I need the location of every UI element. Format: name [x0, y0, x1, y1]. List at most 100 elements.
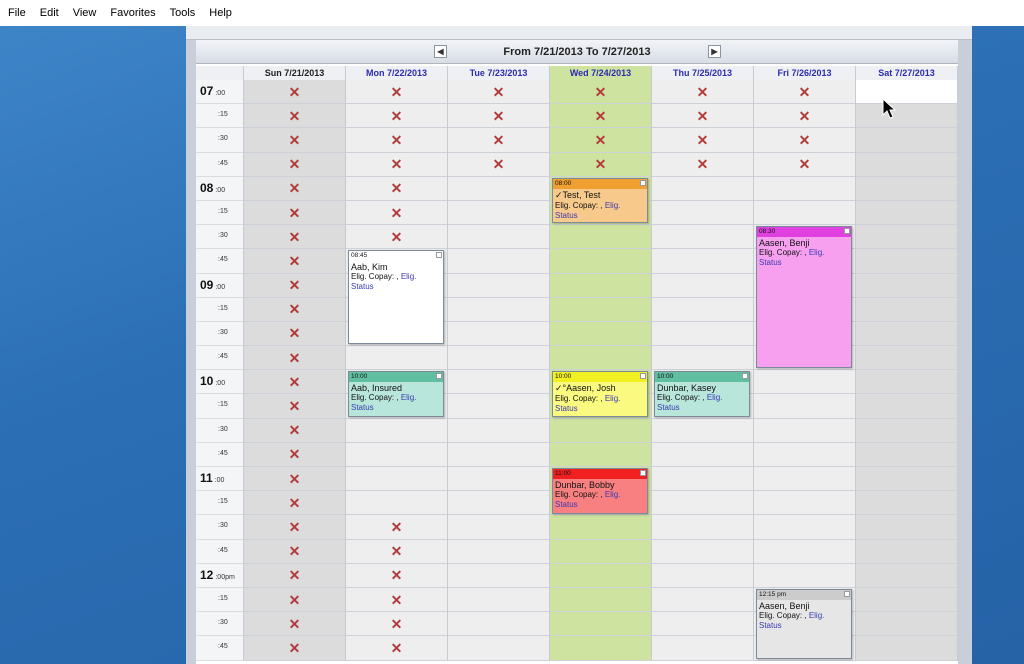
- time-slot[interactable]: ✕: [346, 153, 447, 177]
- status-link[interactable]: Status: [351, 403, 374, 412]
- time-slot[interactable]: [856, 153, 957, 177]
- note-icon[interactable]: [436, 252, 442, 259]
- time-slot[interactable]: [652, 540, 753, 564]
- time-slot[interactable]: [448, 467, 549, 492]
- time-slot[interactable]: [754, 177, 855, 201]
- time-slot[interactable]: [856, 298, 957, 322]
- status-link[interactable]: Status: [555, 404, 578, 413]
- time-slot[interactable]: ✕: [244, 298, 345, 322]
- time-slot[interactable]: [448, 612, 549, 637]
- time-slot[interactable]: [448, 636, 549, 661]
- time-slot[interactable]: [856, 322, 957, 347]
- time-slot[interactable]: [856, 515, 957, 540]
- appointment-card[interactable]: 08:45 Aab, Kim Elig. Copay: , Elig. Status: [348, 250, 444, 345]
- time-slot[interactable]: [550, 612, 651, 637]
- time-slot[interactable]: ✕: [244, 225, 345, 250]
- time-slot[interactable]: [448, 419, 549, 443]
- time-slot[interactable]: ✕: [652, 104, 753, 129]
- time-slot[interactable]: [448, 346, 549, 371]
- menu-tools[interactable]: Tools: [170, 7, 196, 19]
- time-slot[interactable]: ✕: [754, 153, 855, 177]
- time-slot[interactable]: ✕: [244, 177, 345, 201]
- eligibility-link[interactable]: Elig.: [401, 393, 417, 402]
- time-slot[interactable]: [856, 540, 957, 564]
- time-slot[interactable]: ✕: [244, 443, 345, 467]
- time-slot[interactable]: [652, 443, 753, 467]
- time-slot[interactable]: [856, 636, 957, 661]
- time-slot[interactable]: [448, 515, 549, 540]
- time-slot[interactable]: [754, 515, 855, 540]
- eligibility-link[interactable]: Elig.: [809, 248, 825, 257]
- time-slot[interactable]: [652, 419, 753, 443]
- time-slot[interactable]: [856, 370, 957, 395]
- next-week-button[interactable]: ▶: [708, 45, 721, 58]
- time-slot[interactable]: ✕: [448, 153, 549, 177]
- time-slot[interactable]: [856, 274, 957, 298]
- time-slot[interactable]: [448, 540, 549, 564]
- appointment-card[interactable]: 08:30 Aasen, Benji Elig. Copay: , Elig. Sta…: [756, 226, 852, 369]
- time-slot[interactable]: ✕: [244, 153, 345, 177]
- time-slot[interactable]: ✕: [448, 128, 549, 153]
- day-header[interactable]: Tue 7/23/2013: [448, 66, 550, 80]
- time-slot[interactable]: ✕: [244, 467, 345, 492]
- time-slot[interactable]: [550, 419, 651, 443]
- time-slot[interactable]: ✕: [244, 274, 345, 298]
- time-slot[interactable]: ✕: [244, 201, 345, 226]
- note-icon[interactable]: [640, 179, 646, 186]
- time-slot[interactable]: [448, 322, 549, 347]
- time-slot[interactable]: ✕: [244, 564, 345, 588]
- time-slot[interactable]: [550, 636, 651, 661]
- time-slot[interactable]: [448, 370, 549, 395]
- time-slot[interactable]: [550, 298, 651, 322]
- time-slot[interactable]: [346, 443, 447, 467]
- time-slot[interactable]: ✕: [244, 370, 345, 395]
- time-slot[interactable]: [550, 274, 651, 298]
- note-icon[interactable]: [640, 373, 646, 380]
- time-slot[interactable]: ✕: [346, 515, 447, 540]
- time-slot[interactable]: [550, 225, 651, 250]
- time-slot[interactable]: [856, 443, 957, 467]
- time-slot[interactable]: ✕: [244, 588, 345, 613]
- time-slot[interactable]: [856, 249, 957, 274]
- day-header[interactable]: Sat 7/27/2013: [856, 66, 958, 80]
- time-slot[interactable]: [652, 225, 753, 250]
- time-slot[interactable]: [346, 467, 447, 492]
- time-slot[interactable]: ✕: [244, 540, 345, 564]
- menu-file[interactable]: File: [8, 7, 26, 19]
- time-slot[interactable]: [856, 128, 957, 153]
- time-slot[interactable]: [754, 491, 855, 516]
- time-slot[interactable]: [448, 201, 549, 226]
- eligibility-link[interactable]: Elig.: [605, 490, 621, 499]
- time-slot[interactable]: [448, 274, 549, 298]
- day-header[interactable]: Fri 7/26/2013: [754, 66, 856, 80]
- time-slot[interactable]: ✕: [754, 104, 855, 129]
- time-slot[interactable]: [652, 322, 753, 347]
- time-slot[interactable]: [550, 443, 651, 467]
- menu-help[interactable]: Help: [209, 7, 232, 19]
- appointment-card[interactable]: 10:00 Aab, Insured Elig. Copay: , Elig. Sta…: [348, 371, 444, 417]
- time-slot[interactable]: [652, 612, 753, 637]
- eligibility-link[interactable]: Elig.: [809, 611, 825, 620]
- time-slot[interactable]: ✕: [346, 128, 447, 153]
- appointment-card[interactable]: 12:15 pm Aasen, Benji Elig. Copay: , Elig.…: [756, 589, 852, 659]
- time-slot[interactable]: ✕: [346, 588, 447, 613]
- time-slot[interactable]: [448, 491, 549, 516]
- time-slot[interactable]: ✕: [244, 491, 345, 516]
- time-slot[interactable]: [856, 419, 957, 443]
- time-slot[interactable]: ✕: [652, 128, 753, 153]
- time-slot[interactable]: [652, 298, 753, 322]
- time-slot[interactable]: [448, 298, 549, 322]
- time-slot[interactable]: ✕: [346, 104, 447, 129]
- time-slot[interactable]: [652, 636, 753, 661]
- time-slot[interactable]: ✕: [550, 104, 651, 129]
- time-slot[interactable]: [754, 564, 855, 588]
- status-link[interactable]: Status: [351, 282, 374, 291]
- time-slot[interactable]: ✕: [346, 80, 447, 105]
- time-slot[interactable]: [856, 104, 957, 129]
- day-header[interactable]: Thu 7/25/2013: [652, 66, 754, 80]
- time-slot[interactable]: [652, 346, 753, 371]
- time-slot[interactable]: [550, 588, 651, 613]
- note-icon[interactable]: [742, 373, 748, 380]
- menu-edit[interactable]: Edit: [40, 7, 59, 19]
- status-link[interactable]: Status: [759, 258, 782, 267]
